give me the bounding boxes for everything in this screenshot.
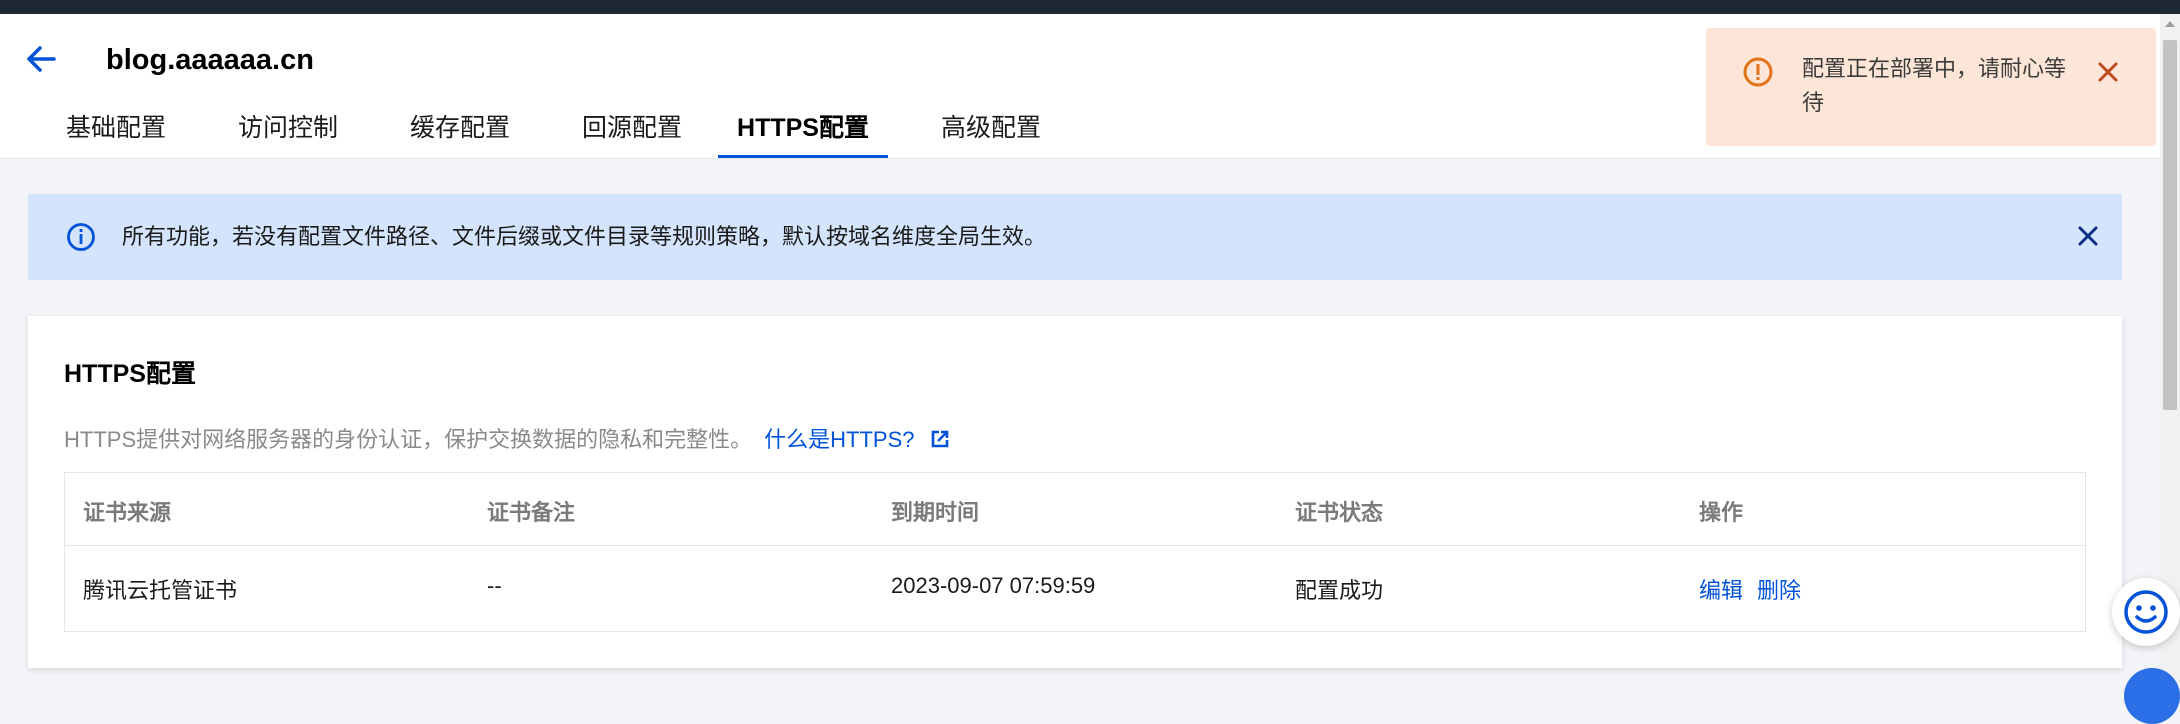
cert-note: -- — [487, 573, 502, 598]
cert-source: 腾讯云托管证书 — [83, 578, 238, 603]
browser-top-strip — [0, 0, 2180, 14]
delete-button[interactable]: 删除 — [1757, 578, 1801, 603]
deploying-toast: 配置正在部署中，请耐心等待 — [1706, 28, 2156, 146]
column-expiry-time: 到期时间 — [891, 500, 980, 525]
close-icon[interactable] — [2074, 222, 2102, 250]
column-cert-note: 证书备注 — [487, 500, 576, 525]
tab-origin-config[interactable]: 回源配置 — [562, 110, 702, 158]
tab-basic-config[interactable]: 基础配置 — [46, 110, 186, 158]
tab-cache-config[interactable]: 缓存配置 — [390, 110, 530, 158]
info-circle-icon — [67, 223, 95, 251]
column-cert-source: 证书来源 — [83, 500, 172, 525]
tab-https-config[interactable]: HTTPS配置 — [718, 110, 888, 158]
external-link-icon[interactable] — [930, 429, 950, 449]
table-header: 证书来源 证书备注 到期时间 证书状态 操作 — [65, 473, 2085, 546]
scroll-up-arrow-icon[interactable] — [2160, 14, 2180, 34]
card-title: HTTPS配置 — [64, 360, 196, 388]
page-title: blog.aaaaaa.cn — [106, 44, 314, 76]
info-alert-text: 所有功能，若没有配置文件路径、文件后缀或文件目录等规则策略，默认按域名维度全局生… — [122, 224, 1047, 249]
card-description: HTTPS提供对网络服务器的身份认证，保护交换数据的隐私和完整性。 什么是HTTP… — [64, 422, 950, 454]
expiry-time: 2023-09-07 07:59:59 — [891, 573, 1096, 598]
column-cert-status: 证书状态 — [1295, 500, 1384, 525]
column-actions: 操作 — [1699, 500, 1744, 525]
floating-action-button[interactable] — [2124, 668, 2180, 724]
tab-access-control[interactable]: 访问控制 — [218, 110, 358, 158]
help-assistant-button[interactable] — [2112, 578, 2180, 646]
what-is-https-link[interactable]: 什么是HTTPS? — [764, 427, 914, 452]
close-icon[interactable] — [2094, 58, 2122, 86]
edit-button[interactable]: 编辑 — [1699, 578, 1743, 603]
tab-advanced-config[interactable]: 高级配置 — [920, 110, 1062, 158]
info-alert: 所有功能，若没有配置文件路径、文件后缀或文件目录等规则策略，默认按域名维度全局生… — [28, 194, 2122, 280]
table-row: 腾讯云托管证书 -- 2023-09-07 07:59:59 配置成功 编辑 删除 — [65, 545, 2085, 631]
toast-message: 配置正在部署中，请耐心等待 — [1802, 56, 2067, 115]
exclamation-circle-icon — [1743, 57, 1773, 87]
smiley-face-icon — [2124, 590, 2168, 634]
arrow-left-icon[interactable] — [24, 42, 58, 76]
row-actions: 编辑 删除 — [1699, 573, 1815, 605]
scrollbar-thumb[interactable] — [2163, 40, 2177, 410]
cert-status: 配置成功 — [1295, 578, 1384, 603]
https-config-card: HTTPS配置 HTTPS提供对网络服务器的身份认证，保护交换数据的隐私和完整性… — [28, 316, 2122, 668]
certificate-table: 证书来源 证书备注 到期时间 证书状态 操作 腾讯云托管证书 -- 2023-0… — [64, 472, 2086, 632]
description-text: HTTPS提供对网络服务器的身份认证，保护交换数据的隐私和完整性。 — [64, 427, 753, 452]
